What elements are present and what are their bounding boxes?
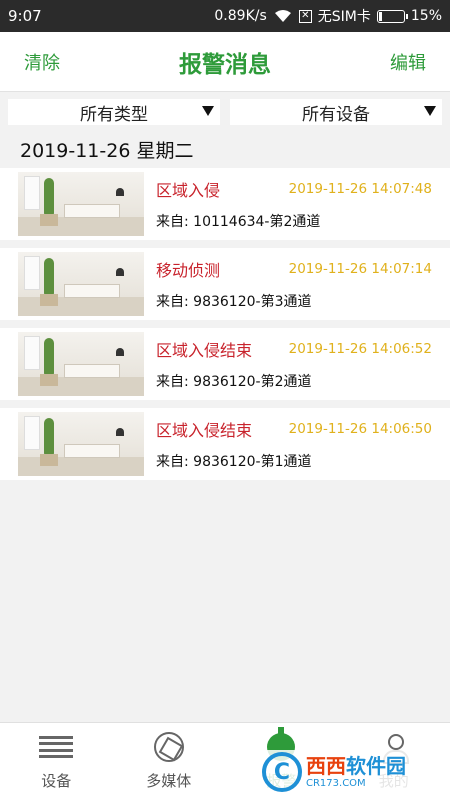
- alarm-item[interactable]: 移动侦测 2019-11-26 14:07:14 来自: 9836120-第3通道: [0, 248, 450, 320]
- alarm-item[interactable]: 区域入侵结束 2019-11-26 14:06:52 来自: 9836120-第2通…: [0, 328, 450, 400]
- watermark-text: 西西软件园 CR173.COM: [306, 756, 406, 789]
- list-icon: [39, 732, 74, 762]
- watermark-subtitle: CR173.COM: [306, 777, 366, 789]
- nav-item-0[interactable]: 设备: [0, 723, 113, 800]
- alarm-source: 来自: 9836120-第1通道: [156, 454, 312, 470]
- alarm-item[interactable]: 区域入侵 2019-11-26 14:07:48 来自: 10114634-第2通道: [0, 168, 450, 240]
- snapshot-thumbnail: [18, 332, 144, 396]
- watermark-title: 西西软件园: [306, 756, 406, 776]
- nav-label: 多媒体: [146, 772, 192, 790]
- sim-icon: ✕: [298, 9, 312, 23]
- alarm-time: 2019-11-26 14:06:52: [288, 341, 432, 357]
- nav-label: 设备: [41, 772, 72, 790]
- snapshot-thumbnail: [18, 172, 144, 236]
- edit-button[interactable]: 编辑: [390, 49, 426, 75]
- status-right: 0.89K/s ✕ 无SIM卡 15%: [214, 6, 442, 26]
- clear-button[interactable]: 清除: [24, 49, 60, 75]
- watermark-logo: C 西西软件园 CR173.COM: [262, 750, 432, 794]
- network-speed: 0.89K/s: [214, 8, 267, 24]
- battery-fill: [378, 11, 383, 21]
- alarm-type: 区域入侵结束: [156, 341, 253, 360]
- alarm-source: 来自: 9836120-第3通道: [156, 294, 312, 310]
- status-bar: 9:07 0.89K/s ✕ 无SIM卡 15%: [0, 0, 450, 32]
- type-filter-dropdown[interactable]: 所有类型: [8, 99, 220, 125]
- alarm-time: 2019-11-26 14:07:14: [288, 261, 432, 277]
- alarm-source: 来自: 10114634-第2通道: [156, 214, 321, 230]
- status-time: 9:07: [8, 7, 42, 25]
- alarm-type: 区域入侵: [156, 181, 221, 200]
- device-filter-label: 所有设备: [302, 104, 370, 125]
- watermark-title-part-a: 西西: [306, 753, 346, 778]
- snapshot-thumbnail: [18, 252, 144, 316]
- alarm-item[interactable]: 区域入侵结束 2019-11-26 14:06:50 来自: 9836120-第1通…: [0, 408, 450, 480]
- alarm-type: 移动侦测: [156, 261, 221, 280]
- alarm-time: 2019-11-26 14:07:48: [288, 181, 432, 197]
- alarm-info: 区域入侵结束 2019-11-26 14:06:50 来自: 9836120-第1通…: [144, 417, 450, 471]
- battery-icon: [376, 9, 408, 23]
- alarm-type: 区域入侵结束: [156, 421, 253, 440]
- date-header: 2019-11-26 星期二: [20, 140, 194, 162]
- battery-percent: 15%: [410, 8, 442, 24]
- filter-bar: 所有类型 所有设备: [0, 92, 450, 132]
- snapshot-thumbnail: [18, 412, 144, 476]
- aperture-icon: [152, 732, 186, 762]
- watermark-title-part-b: 软件园: [346, 753, 406, 778]
- alarm-info: 移动侦测 2019-11-26 14:07:14 来自: 9836120-第3通道: [144, 257, 450, 311]
- sim-status: 无SIM卡: [317, 9, 371, 25]
- watermark-c-logo: C: [262, 752, 302, 792]
- type-filter-label: 所有类型: [80, 104, 148, 125]
- alarm-time: 2019-11-26 14:06:50: [288, 421, 432, 437]
- device-filter-dropdown[interactable]: 所有设备: [230, 99, 442, 125]
- wifi-icon: [274, 10, 291, 22]
- nav-item-1[interactable]: 多媒体: [113, 723, 226, 800]
- alarm-info: 区域入侵 2019-11-26 14:07:48 来自: 10114634-第2通道: [144, 177, 450, 231]
- page-title: 报警消息: [179, 51, 271, 78]
- dropdown-arrow-icon: [202, 106, 214, 116]
- alarm-list: 区域入侵 2019-11-26 14:07:48 来自: 10114634-第2通道…: [0, 168, 450, 488]
- dropdown-arrow-icon: [424, 106, 436, 116]
- alarm-source: 来自: 9836120-第2通道: [156, 374, 312, 390]
- alarm-info: 区域入侵结束 2019-11-26 14:06:52 来自: 9836120-第2通…: [144, 337, 450, 391]
- app-bar: 清除 报警消息 编辑: [0, 32, 450, 92]
